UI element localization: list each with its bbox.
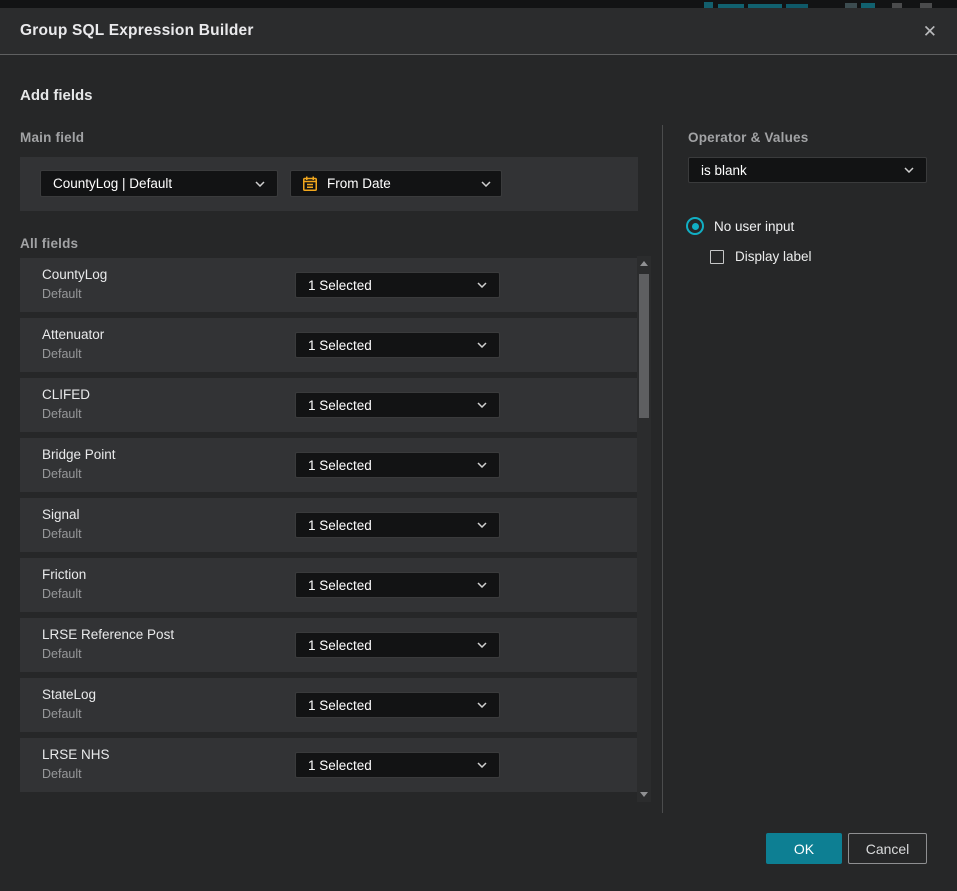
chevron-down-icon	[477, 762, 487, 768]
field-selection-dropdown[interactable]: 1 Selected	[295, 332, 500, 358]
scroll-up-arrow-icon[interactable]	[640, 261, 648, 266]
chevron-down-icon	[477, 282, 487, 288]
chevron-down-icon	[477, 702, 487, 708]
field-name: StateLog	[42, 687, 96, 702]
chevron-down-icon	[477, 342, 487, 348]
calendar-icon	[301, 175, 319, 193]
panel-divider	[662, 125, 663, 813]
field-selection-dropdown[interactable]: 1 Selected	[295, 272, 500, 298]
all-fields-list: CountyLog Default 1 Selected Attenuator …	[20, 258, 638, 798]
field-name: Bridge Point	[42, 447, 116, 462]
field-selection-dropdown[interactable]: 1 Selected	[295, 392, 500, 418]
no-user-input-label: No user input	[714, 219, 794, 234]
radio-dot	[692, 223, 699, 230]
selection-dropdown-value: 1 Selected	[308, 398, 372, 413]
field-alias: Default	[42, 407, 82, 421]
field-row: CountyLog Default 1 Selected	[20, 258, 638, 312]
main-field-source-dropdown[interactable]: CountyLog | Default	[40, 170, 278, 197]
field-row: Friction Default 1 Selected	[20, 558, 638, 612]
field-name: CountyLog	[42, 267, 107, 282]
dialog-title: Group SQL Expression Builder	[20, 22, 254, 40]
main-field-source-value: CountyLog | Default	[53, 176, 172, 191]
selection-dropdown-value: 1 Selected	[308, 578, 372, 593]
field-selection-dropdown[interactable]: 1 Selected	[295, 512, 500, 538]
no-user-input-option: No user input	[686, 217, 794, 235]
field-alias: Default	[42, 527, 82, 541]
selection-dropdown-value: 1 Selected	[308, 758, 372, 773]
field-name: Friction	[42, 567, 86, 582]
field-alias: Default	[42, 467, 82, 481]
main-field-field-dropdown[interactable]: From Date	[290, 170, 502, 197]
chevron-down-icon	[255, 181, 265, 187]
field-selection-dropdown[interactable]: 1 Selected	[295, 692, 500, 718]
fields-scrollbar[interactable]	[637, 256, 651, 802]
operator-values-label: Operator & Values	[688, 130, 808, 145]
chevron-down-icon	[477, 462, 487, 468]
field-row: Bridge Point Default 1 Selected	[20, 438, 638, 492]
field-selection-dropdown[interactable]: 1 Selected	[295, 632, 500, 658]
background-page-strip	[0, 0, 957, 8]
selection-dropdown-value: 1 Selected	[308, 638, 372, 653]
dialog-title-bar: Group SQL Expression Builder ✕	[0, 8, 957, 55]
field-alias: Default	[42, 347, 82, 361]
field-selection-dropdown[interactable]: 1 Selected	[295, 452, 500, 478]
sql-expression-builder-dialog: Group SQL Expression Builder ✕ Add field…	[0, 8, 957, 891]
cancel-button[interactable]: Cancel	[848, 833, 927, 864]
field-selection-dropdown[interactable]: 1 Selected	[295, 572, 500, 598]
chevron-down-icon	[904, 167, 914, 173]
selection-dropdown-value: 1 Selected	[308, 698, 372, 713]
main-field-panel: CountyLog | Default From Date	[20, 157, 638, 211]
field-name: Attenuator	[42, 327, 104, 342]
field-name: LRSE Reference Post	[42, 627, 174, 642]
field-alias: Default	[42, 287, 82, 301]
chevron-down-icon	[477, 402, 487, 408]
field-row: LRSE NHS Default 1 Selected	[20, 738, 638, 792]
field-selection-dropdown[interactable]: 1 Selected	[295, 752, 500, 778]
field-row: Signal Default 1 Selected	[20, 498, 638, 552]
selection-dropdown-value: 1 Selected	[308, 518, 372, 533]
field-name: LRSE NHS	[42, 747, 110, 762]
add-fields-heading: Add fields	[20, 87, 93, 104]
radio-button-checked[interactable]	[686, 217, 704, 235]
checkbox-unchecked[interactable]	[710, 250, 724, 264]
selection-dropdown-value: 1 Selected	[308, 338, 372, 353]
selection-dropdown-value: 1 Selected	[308, 458, 372, 473]
display-label-label: Display label	[735, 249, 812, 264]
chevron-down-icon	[477, 642, 487, 648]
field-name: CLIFED	[42, 387, 90, 402]
chevron-down-icon	[481, 181, 491, 187]
field-alias: Default	[42, 707, 82, 721]
display-label-option: Display label	[710, 249, 812, 264]
operator-dropdown[interactable]: is blank	[688, 157, 927, 183]
chevron-down-icon	[477, 582, 487, 588]
ok-button[interactable]: OK	[766, 833, 842, 864]
scrollbar-thumb[interactable]	[639, 274, 649, 418]
field-row: StateLog Default 1 Selected	[20, 678, 638, 732]
main-field-label: Main field	[20, 130, 84, 145]
operator-dropdown-value: is blank	[701, 163, 747, 178]
field-alias: Default	[42, 587, 82, 601]
chevron-down-icon	[477, 522, 487, 528]
field-alias: Default	[42, 647, 82, 661]
close-icon[interactable]: ✕	[921, 21, 939, 42]
field-name: Signal	[42, 507, 80, 522]
field-row: LRSE Reference Post Default 1 Selected	[20, 618, 638, 672]
field-alias: Default	[42, 767, 82, 781]
selection-dropdown-value: 1 Selected	[308, 278, 372, 293]
main-field-field-value: From Date	[327, 176, 391, 191]
all-fields-label: All fields	[20, 236, 78, 251]
field-row: CLIFED Default 1 Selected	[20, 378, 638, 432]
scroll-down-arrow-icon[interactable]	[640, 792, 648, 797]
field-row: Attenuator Default 1 Selected	[20, 318, 638, 372]
